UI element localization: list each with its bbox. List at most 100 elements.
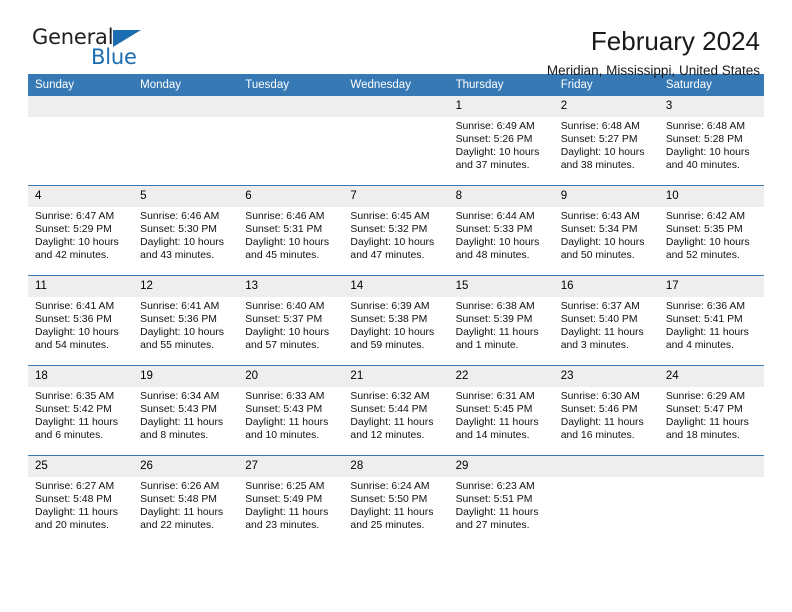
day-number: 24 [658,366,764,387]
daylight-duration-line1: Daylight: 11 hours [35,417,118,429]
calendar-day-cell[interactable]: 25 Sunrise: 6:27 AM Sunset: 5:48 PM Dayligh… [28,456,134,545]
daylight-duration-line2: and 23 minutes. [245,520,320,532]
calendar-day-cell[interactable]: 16 Sunrise: 6:37 AM Sunset: 5:40 PM Dayligh… [553,276,659,365]
sunset-time: Sunset: 5:43 PM [140,404,217,416]
day-cell-body: 16 Sunrise: 6:37 AM Sunset: 5:40 PM Dayligh… [553,276,659,365]
day-number-placeholder [133,96,239,117]
daylight-duration-line1: Daylight: 11 hours [245,417,329,429]
day-cell-body: 3 Sunrise: 6:48 AM Sunset: 5:28 PM Daylight… [658,96,764,185]
day-number: 12 [133,276,239,297]
calendar-day-cell[interactable]: 12 Sunrise: 6:41 AM Sunset: 5:36 PM Dayligh… [133,276,239,365]
day-sun-info: Sunrise: 6:27 AM Sunset: 5:48 PM Daylight:… [28,477,133,532]
calendar-day-cell[interactable]: 17 Sunrise: 6:36 AM Sunset: 5:41 PM Dayligh… [658,276,764,365]
day-number: 4 [28,186,134,207]
sunset-time: Sunset: 5:36 PM [140,314,217,326]
sunset-time: Sunset: 5:46 PM [560,404,638,416]
calendar-day-cell[interactable]: 5 Sunrise: 6:46 AM Sunset: 5:30 PM Daylight… [133,186,239,275]
calendar-day-cell[interactable]: 4 Sunrise: 6:47 AM Sunset: 5:29 PM Daylight… [28,186,134,275]
sunset-time: Sunset: 5:32 PM [350,224,428,236]
daylight-duration-line2: and 8 minutes. [140,430,209,442]
sunrise-time: Sunrise: 6:38 AM [455,301,535,312]
day-sun-info: Sunrise: 6:25 AM Sunset: 5:49 PM Daylight:… [238,477,343,532]
calendar-day-cell[interactable]: 15 Sunrise: 6:38 AM Sunset: 5:39 PM Dayligh… [448,276,554,365]
daylight-duration-line1: Daylight: 11 hours [560,327,644,339]
daylight-duration-line2: and 45 minutes. [245,250,320,262]
general-blue-logo[interactable]: General Blue [28,26,148,74]
calendar-day-cell[interactable]: 1 Sunrise: 6:49 AM Sunset: 5:26 PM Daylight… [448,96,554,185]
day-cell-body [238,96,344,185]
calendar-day-cell[interactable]: 10 Sunrise: 6:42 AM Sunset: 5:35 PM Dayligh… [658,186,764,275]
sunrise-time: Sunrise: 6:46 AM [140,211,220,222]
day-sun-info: Sunrise: 6:48 AM Sunset: 5:28 PM Daylight:… [659,117,764,172]
daylight-duration-line2: and 12 minutes. [350,430,425,442]
sunset-time: Sunset: 5:49 PM [245,494,323,506]
daylight-duration-line2: and 40 minutes. [665,160,740,172]
day-number: 10 [658,186,764,207]
day-cell-body: 2 Sunrise: 6:48 AM Sunset: 5:27 PM Daylight… [553,96,659,185]
daylight-duration-line1: Daylight: 11 hours [560,417,644,429]
calendar-day-cell[interactable]: 9 Sunrise: 6:43 AM Sunset: 5:34 PM Daylight… [553,186,659,275]
calendar-day-cell[interactable]: 24 Sunrise: 6:29 AM Sunset: 5:47 PM Dayligh… [658,366,764,455]
daylight-duration-line2: and 1 minute. [455,340,519,352]
sunrise-time: Sunrise: 6:29 AM [665,391,745,402]
day-sun-info: Sunrise: 6:34 AM Sunset: 5:43 PM Daylight:… [133,387,238,442]
calendar-day-cell[interactable]: 13 Sunrise: 6:40 AM Sunset: 5:37 PM Dayligh… [238,276,344,365]
calendar-day-cell[interactable]: 28 Sunrise: 6:24 AM Sunset: 5:50 PM Dayligh… [343,456,449,545]
page-subtitle: Meridian, Mississippi, United States [546,63,760,78]
sunrise-time: Sunrise: 6:41 AM [35,301,115,312]
calendar-day-cell[interactable]: 14 Sunrise: 6:39 AM Sunset: 5:38 PM Dayligh… [343,276,449,365]
day-cell-body [133,96,239,185]
calendar-day-cell[interactable]: 18 Sunrise: 6:35 AM Sunset: 5:42 PM Dayligh… [28,366,134,455]
sunset-time: Sunset: 5:48 PM [140,494,217,506]
day-cell-body: 18 Sunrise: 6:35 AM Sunset: 5:42 PM Dayligh… [28,366,134,455]
daylight-duration-line2: and 14 minutes. [455,430,530,442]
day-cell-body [658,456,764,545]
day-cell-body: 5 Sunrise: 6:46 AM Sunset: 5:30 PM Daylight… [133,186,239,275]
logo-text-blue: Blue [91,45,137,69]
sunset-time: Sunset: 5:38 PM [350,314,428,326]
calendar-day-cell[interactable]: 20 Sunrise: 6:33 AM Sunset: 5:43 PM Dayligh… [238,366,344,455]
day-sun-info: Sunrise: 6:46 AM Sunset: 5:31 PM Daylight:… [238,207,343,262]
day-sun-info: Sunrise: 6:48 AM Sunset: 5:27 PM Daylight:… [554,117,659,172]
sunrise-time: Sunrise: 6:25 AM [245,481,325,492]
sunrise-time: Sunrise: 6:35 AM [35,391,115,402]
day-cell-body: 8 Sunrise: 6:44 AM Sunset: 5:33 PM Daylight… [448,186,554,275]
day-cell-body: 11 Sunrise: 6:41 AM Sunset: 5:36 PM Dayligh… [28,276,134,365]
daylight-duration-line1: Daylight: 11 hours [665,417,749,429]
calendar-day-cell[interactable]: 7 Sunrise: 6:45 AM Sunset: 5:32 PM Daylight… [343,186,449,275]
calendar-week-row: 18 Sunrise: 6:35 AM Sunset: 5:42 PM Dayligh… [28,366,764,455]
daylight-duration-line1: Daylight: 11 hours [245,507,329,519]
calendar-day-cell[interactable]: 21 Sunrise: 6:32 AM Sunset: 5:44 PM Dayligh… [343,366,449,455]
calendar-day-cell[interactable]: 8 Sunrise: 6:44 AM Sunset: 5:33 PM Daylight… [448,186,554,275]
daylight-duration-line2: and 6 minutes. [35,430,104,442]
day-number: 22 [448,366,554,387]
sunrise-time: Sunrise: 6:45 AM [350,211,430,222]
calendar-day-cell-empty [133,96,239,185]
calendar-day-cell[interactable]: 19 Sunrise: 6:34 AM Sunset: 5:43 PM Dayligh… [133,366,239,455]
daylight-duration-line2: and 37 minutes. [455,160,530,172]
calendar-day-cell[interactable]: 26 Sunrise: 6:26 AM Sunset: 5:48 PM Dayligh… [133,456,239,545]
title-block: February 2024 Meridian, Mississippi, Uni… [148,26,764,81]
day-sun-info: Sunrise: 6:46 AM Sunset: 5:30 PM Daylight:… [133,207,238,262]
sunset-time: Sunset: 5:36 PM [35,314,112,326]
sunrise-sunset-calendar-table: Sunday Monday Tuesday Wednesday Thursday… [28,74,764,545]
calendar-day-cell[interactable]: 6 Sunrise: 6:46 AM Sunset: 5:31 PM Daylight… [238,186,344,275]
day-number: 21 [343,366,449,387]
calendar-day-cell[interactable]: 11 Sunrise: 6:41 AM Sunset: 5:36 PM Dayligh… [28,276,134,365]
calendar-day-cell[interactable]: 22 Sunrise: 6:31 AM Sunset: 5:45 PM Dayligh… [448,366,554,455]
calendar-day-cell[interactable]: 3 Sunrise: 6:48 AM Sunset: 5:28 PM Daylight… [658,96,764,185]
day-cell-body: 1 Sunrise: 6:49 AM Sunset: 5:26 PM Daylight… [448,96,554,185]
calendar-day-cell[interactable]: 27 Sunrise: 6:25 AM Sunset: 5:49 PM Dayligh… [238,456,344,545]
calendar-day-cell[interactable]: 29 Sunrise: 6:23 AM Sunset: 5:51 PM Dayligh… [448,456,554,545]
sunrise-time: Sunrise: 6:39 AM [350,301,430,312]
day-number: 20 [238,366,344,387]
daylight-duration-line2: and 59 minutes. [350,340,425,352]
day-cell-body [343,96,449,185]
day-number: 3 [658,96,764,117]
calendar-day-cell[interactable]: 23 Sunrise: 6:30 AM Sunset: 5:46 PM Dayligh… [553,366,659,455]
day-cell-body: 13 Sunrise: 6:40 AM Sunset: 5:37 PM Dayligh… [238,276,344,365]
daylight-duration-line2: and 52 minutes. [665,250,740,262]
day-number: 6 [238,186,344,207]
day-sun-info: Sunrise: 6:37 AM Sunset: 5:40 PM Daylight:… [554,297,659,352]
calendar-day-cell[interactable]: 2 Sunrise: 6:48 AM Sunset: 5:27 PM Daylight… [553,96,659,185]
